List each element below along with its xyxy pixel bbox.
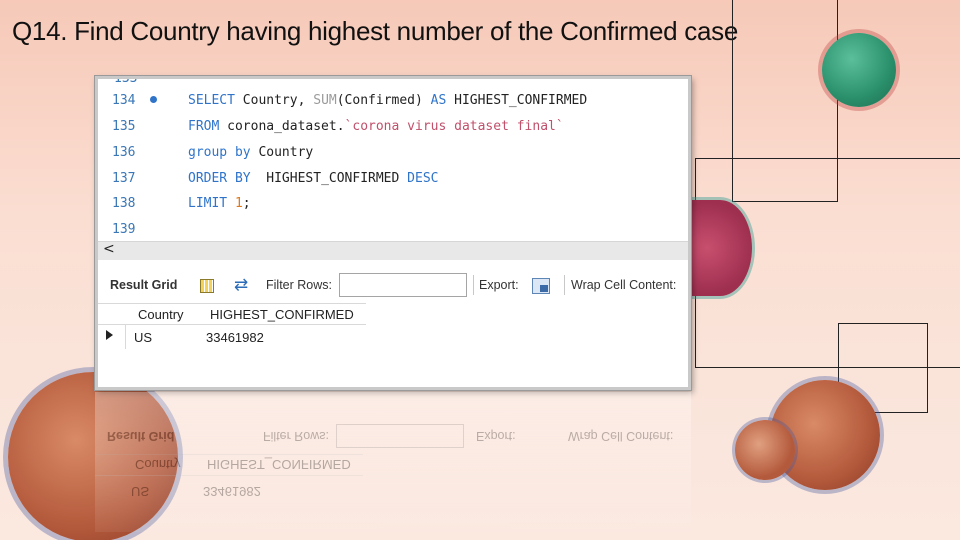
- reflection-content: Result Grid Filter Rows: Export: Wrap Ce…: [95, 392, 691, 532]
- reflected-export-label: Export:: [476, 429, 516, 443]
- line-number: 135: [112, 119, 136, 134]
- virus-icon: [822, 33, 896, 107]
- export-icon[interactable]: [532, 278, 550, 294]
- sql-workbench-screenshot: 133 134 SELECT Country, SUM(Confirmed) A…: [95, 76, 691, 390]
- reflected-cell-highest: 33461982: [203, 484, 261, 499]
- result-grid-tab[interactable]: Result Grid: [110, 278, 177, 292]
- code-text: ORDER BY HIGHEST_CONFIRMED DESC: [188, 171, 439, 186]
- line-number: 136: [112, 145, 136, 160]
- cell-highest-confirmed[interactable]: 33461982: [206, 330, 264, 345]
- code-text: LIMIT 1;: [188, 196, 251, 211]
- reflected-cell-country: US: [131, 484, 150, 499]
- result-toolbar: Result Grid ⇄ Filter Rows: Export: Wrap …: [98, 273, 688, 299]
- code-text: FROM corona_dataset.`corona virus datase…: [188, 119, 564, 134]
- row-marker-icon: [106, 330, 113, 340]
- cell-country[interactable]: US: [134, 330, 152, 345]
- toolbar-divider: [564, 275, 565, 295]
- toolbar-divider: [473, 275, 474, 295]
- reflected-col-highest: HIGHEST_CONFIRMED: [207, 457, 351, 472]
- line-number: 139: [112, 222, 136, 237]
- filter-rows-input[interactable]: [339, 273, 467, 297]
- reflected-col-country: Country: [135, 457, 181, 472]
- line-number: 134: [112, 93, 136, 108]
- refresh-icon[interactable]: ⇄: [234, 275, 248, 295]
- sql-editor[interactable]: 133 134 SELECT Country, SUM(Confirmed) A…: [98, 79, 688, 241]
- scroll-left-icon[interactable]: <: [103, 241, 115, 257]
- line-number-stub: 133: [114, 76, 138, 86]
- export-label: Export:: [479, 278, 519, 292]
- reflected-toolbar: Result Grid Filter Rows: Export: Wrap Ce…: [95, 422, 691, 448]
- horizontal-scrollbar[interactable]: <: [98, 241, 688, 260]
- wrap-cell-label[interactable]: Wrap Cell Content:: [571, 278, 676, 292]
- line-number: 137: [112, 171, 136, 186]
- code-text: group by Country: [188, 145, 314, 160]
- code-line-136: 136 group by Country: [98, 145, 688, 165]
- screenshot-reflection: Result Grid Filter Rows: Export: Wrap Ce…: [95, 392, 691, 532]
- code-line-135: 135 FROM corona_dataset.`corona virus da…: [98, 119, 688, 139]
- reflected-filter-input: [336, 424, 464, 448]
- table-row[interactable]: US 33461982: [98, 327, 366, 349]
- column-header-country[interactable]: Country: [138, 307, 184, 322]
- reflected-result-grid-label: Result Grid: [107, 429, 175, 443]
- virus-icon: [735, 420, 795, 480]
- slide-title: Q14. Find Country having highest number …: [12, 16, 738, 46]
- line-number: 138: [112, 196, 136, 211]
- bullet-dot-icon: [150, 96, 157, 103]
- reflected-row: US 33461982: [95, 480, 363, 502]
- grid-icon[interactable]: [200, 279, 214, 293]
- code-line-134: 134 SELECT Country, SUM(Confirmed) AS HI…: [98, 93, 688, 113]
- code-line-137: 137 ORDER BY HIGHEST_CONFIRMED DESC: [98, 171, 688, 191]
- reflected-filter-label: Filter Rows:: [263, 429, 329, 443]
- code-text: SELECT Country, SUM(Confirmed) AS HIGHES…: [188, 93, 588, 108]
- reflected-header: Country HIGHEST_CONFIRMED: [95, 454, 363, 476]
- filter-rows-label: Filter Rows:: [266, 278, 332, 292]
- reflected-wrap-label: Wrap Cell Content:: [568, 429, 674, 443]
- code-line-139: 139: [98, 222, 688, 242]
- column-header-highest-confirmed[interactable]: HIGHEST_CONFIRMED: [210, 307, 354, 322]
- result-grid-header: Country HIGHEST_CONFIRMED: [98, 303, 366, 325]
- virus-icon: [688, 200, 752, 296]
- code-line-138: 138 LIMIT 1;: [98, 196, 688, 216]
